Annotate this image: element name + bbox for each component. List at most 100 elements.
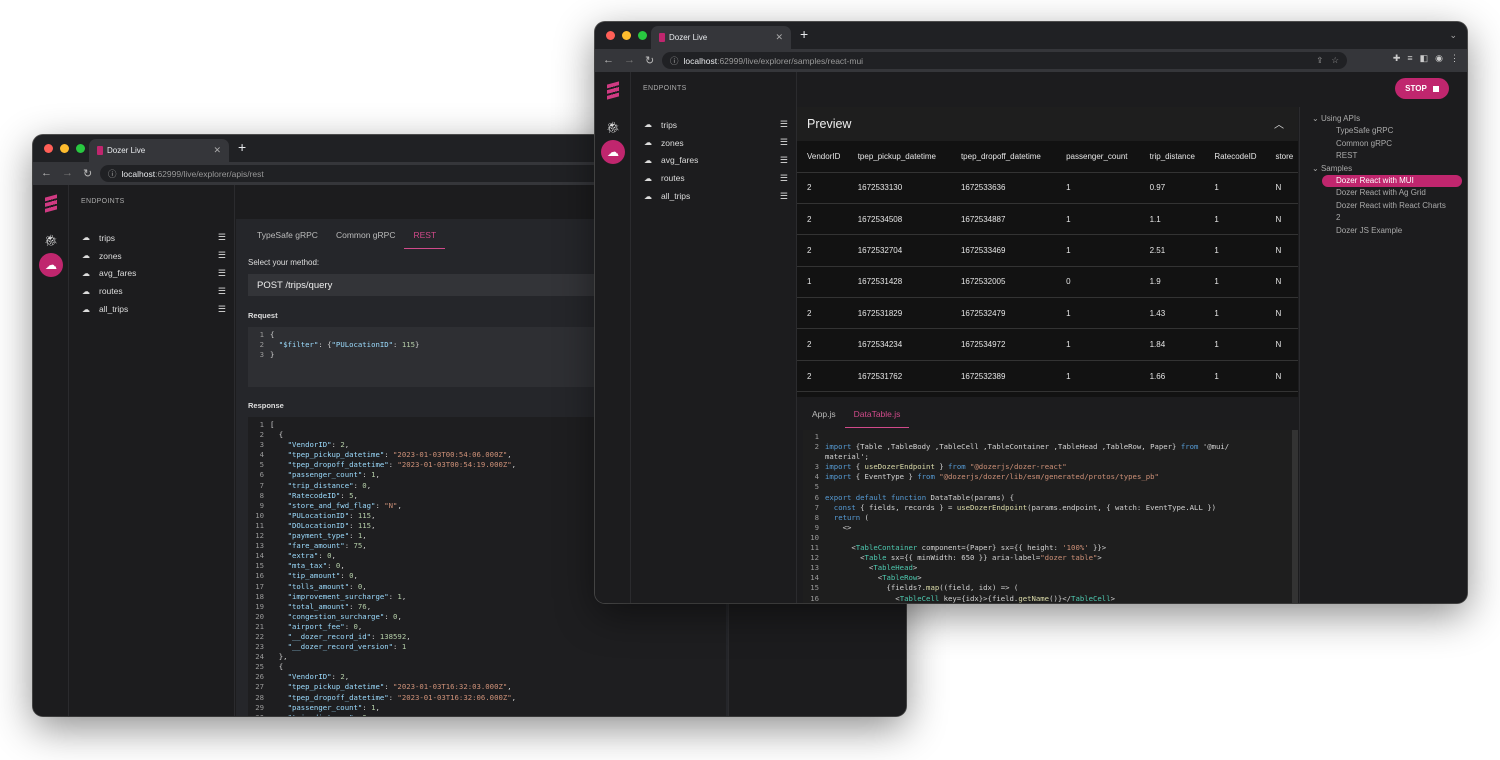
new-tab-icon[interactable]: + bbox=[800, 26, 808, 42]
reload-icon[interactable]: ↻ bbox=[645, 54, 654, 67]
tree-item[interactable]: Dozer React with MUI bbox=[1322, 175, 1462, 188]
database-icon[interactable]: ☰ bbox=[780, 155, 788, 166]
bookmark-star-icon[interactable]: ☆ bbox=[1331, 55, 1339, 66]
endpoints-sidebar: ENDPOINTS ☁ trips ☰ ☁ zones ☰ ☁ avg_fares ☰ ☁ rout… bbox=[70, 185, 235, 716]
browser-tab[interactable]: Dozer Live ✕ bbox=[651, 26, 791, 49]
cloud-icon[interactable]: ☁ bbox=[601, 140, 625, 164]
endpoint-item-zones[interactable]: ☁ zones ☰ bbox=[82, 247, 226, 265]
preview-header[interactable]: Preview ︿ bbox=[797, 107, 1298, 141]
tree-group-using-apis[interactable]: ⌄ Using APIs bbox=[1312, 113, 1462, 125]
endpoint-item-all_trips[interactable]: ☁ all_trips ☰ bbox=[644, 187, 788, 205]
bug-icon[interactable]: 🐞︎ bbox=[606, 121, 620, 134]
dozer-logo-icon[interactable] bbox=[607, 81, 619, 100]
endpoint-item-routes[interactable]: ☁ routes ☰ bbox=[82, 282, 226, 300]
close-window-button[interactable] bbox=[44, 144, 53, 153]
endpoint-item-zones[interactable]: ☁ zones ☰ bbox=[644, 134, 788, 152]
extensions-icon[interactable]: ✚ bbox=[1393, 53, 1401, 64]
url-input[interactable]: ⓘ localhost:62999/live/explorer/samples/r… bbox=[662, 52, 1347, 69]
tree-item[interactable]: 2 bbox=[1312, 212, 1462, 224]
database-icon[interactable]: ☰ bbox=[218, 268, 226, 279]
cloud-icon[interactable]: ☁ bbox=[39, 253, 63, 277]
table-cell: 1 bbox=[1056, 203, 1140, 236]
endpoint-label: trips bbox=[99, 232, 116, 243]
endpoint-item-trips[interactable]: ☁ trips ☰ bbox=[644, 116, 788, 134]
new-tab-icon[interactable]: + bbox=[238, 139, 246, 155]
tab-search-chevron-icon[interactable]: ⌄ bbox=[1449, 30, 1457, 41]
close-tab-icon[interactable]: ✕ bbox=[213, 145, 221, 156]
tree-item[interactable]: Dozer React with Ag Grid bbox=[1312, 187, 1462, 199]
stop-button[interactable]: STOP bbox=[1395, 78, 1449, 99]
database-icon[interactable]: ☰ bbox=[218, 250, 226, 261]
bug-icon[interactable]: 🐞︎ bbox=[44, 234, 58, 247]
column-header[interactable]: tpep_dropoff_datetime bbox=[950, 141, 1057, 173]
reading-list-icon[interactable]: ≡ bbox=[1407, 53, 1412, 64]
table-cell: N bbox=[1265, 234, 1298, 267]
maximize-window-button[interactable] bbox=[76, 144, 85, 153]
back-icon[interactable]: ← bbox=[603, 54, 614, 67]
table-cell: 1 bbox=[1056, 234, 1140, 267]
menu-icon[interactable]: ⋮ bbox=[1450, 53, 1459, 64]
endpoint-item-trips[interactable]: ☁ trips ☰ bbox=[82, 229, 226, 247]
column-header[interactable]: trip_distance bbox=[1139, 141, 1205, 173]
tab-typesafe-grpc[interactable]: TypeSafe gRPC bbox=[248, 225, 327, 249]
minimize-window-button[interactable] bbox=[60, 144, 69, 153]
forward-icon[interactable]: → bbox=[62, 167, 73, 180]
browser-tab[interactable]: Dozer Live ✕ bbox=[89, 139, 229, 162]
code-line: 12 <Table sx={{ minWidth: 650 }} aria-la… bbox=[803, 553, 1292, 563]
database-icon[interactable]: ☰ bbox=[780, 137, 788, 148]
tree-item[interactable]: Dozer React with React Charts bbox=[1312, 200, 1462, 212]
database-icon[interactable]: ☰ bbox=[218, 304, 226, 315]
database-icon[interactable]: ☰ bbox=[218, 232, 226, 243]
table-cell: N bbox=[1265, 203, 1298, 236]
database-icon[interactable]: ☰ bbox=[780, 191, 788, 202]
tree-item[interactable]: TypeSafe gRPC bbox=[1312, 125, 1462, 137]
profile-avatar-icon[interactable]: ◉ bbox=[1435, 53, 1443, 64]
code-line: 6 export default function DataTable(param… bbox=[803, 493, 1292, 503]
endpoint-item-avg_fares[interactable]: ☁ avg_fares ☰ bbox=[82, 265, 226, 283]
code-scrollbar[interactable] bbox=[1292, 430, 1298, 603]
table-row[interactable]: 2 1672532704 1672533469 1 2.51 1 N bbox=[797, 234, 1298, 267]
tree-item[interactable]: Dozer JS Example bbox=[1312, 225, 1462, 237]
tab-common-grpc[interactable]: Common gRPC bbox=[327, 225, 405, 249]
database-icon[interactable]: ☰ bbox=[218, 286, 226, 297]
reload-icon[interactable]: ↻ bbox=[83, 167, 92, 180]
minimize-window-button[interactable] bbox=[622, 31, 631, 40]
maximize-window-button[interactable] bbox=[638, 31, 647, 40]
column-header[interactable]: passenger_count bbox=[1056, 141, 1140, 173]
table-row[interactable]: 2 1672531829 1672532479 1 1.43 1 N bbox=[797, 297, 1298, 330]
table-cell: 1 bbox=[1056, 360, 1140, 393]
close-window-button[interactable] bbox=[606, 31, 615, 40]
endpoints-sidebar: ENDPOINTS ☁ trips ☰ ☁ zones ☰ ☁ avg_fares ☰ ☁ rout… bbox=[632, 72, 797, 603]
share-icon[interactable]: ⇪ bbox=[1316, 55, 1323, 66]
table-row[interactable]: 1 1672531428 1672532005 0 1.9 1 N bbox=[797, 266, 1298, 299]
close-tab-icon[interactable]: ✕ bbox=[775, 32, 783, 43]
tree-item[interactable]: REST bbox=[1312, 150, 1462, 162]
column-header[interactable]: tpep_pickup_datetime bbox=[847, 141, 951, 173]
column-header[interactable]: RatecodeID bbox=[1204, 141, 1266, 173]
line-number: 30 bbox=[248, 713, 264, 716]
table-row[interactable]: 2 1672531762 1672532389 1 1.66 1 N bbox=[797, 360, 1298, 393]
column-header[interactable]: VendorID bbox=[797, 141, 848, 173]
collapse-chevron-icon[interactable]: ︿ bbox=[1274, 116, 1284, 131]
back-icon[interactable]: ← bbox=[41, 167, 52, 180]
tab-title: Dozer Live bbox=[107, 146, 146, 155]
line-number: 15 bbox=[255, 561, 264, 571]
side-panel-icon[interactable]: ◧ bbox=[1420, 53, 1429, 64]
table-row[interactable]: 2 1672534234 1672534972 1 1.84 1 N bbox=[797, 328, 1298, 361]
code-tab-app-js[interactable]: App.js bbox=[803, 404, 845, 428]
table-row[interactable]: 2 1672534508 1672534887 1 1.1 1 N bbox=[797, 203, 1298, 236]
tree-group-samples[interactable]: ⌄ Samples bbox=[1312, 163, 1462, 175]
endpoint-item-avg_fares[interactable]: ☁ avg_fares ☰ bbox=[644, 152, 788, 170]
code-tab-datatable-js[interactable]: DataTable.js bbox=[844, 404, 910, 428]
column-header[interactable]: store bbox=[1265, 141, 1298, 173]
table-row[interactable]: 2 1672533130 1672533636 1 0.97 1 N bbox=[797, 172, 1298, 204]
database-icon[interactable]: ☰ bbox=[780, 173, 788, 184]
endpoint-item-routes[interactable]: ☁ routes ☰ bbox=[644, 169, 788, 187]
dozer-logo-icon[interactable] bbox=[45, 194, 57, 213]
database-icon[interactable]: ☰ bbox=[780, 119, 788, 130]
endpoint-item-all_trips[interactable]: ☁ all_trips ☰ bbox=[82, 300, 226, 318]
line-number: 21 bbox=[255, 621, 264, 631]
tree-item[interactable]: Common gRPC bbox=[1312, 138, 1462, 150]
forward-icon[interactable]: → bbox=[624, 54, 635, 67]
tab-rest[interactable]: REST bbox=[404, 225, 446, 249]
